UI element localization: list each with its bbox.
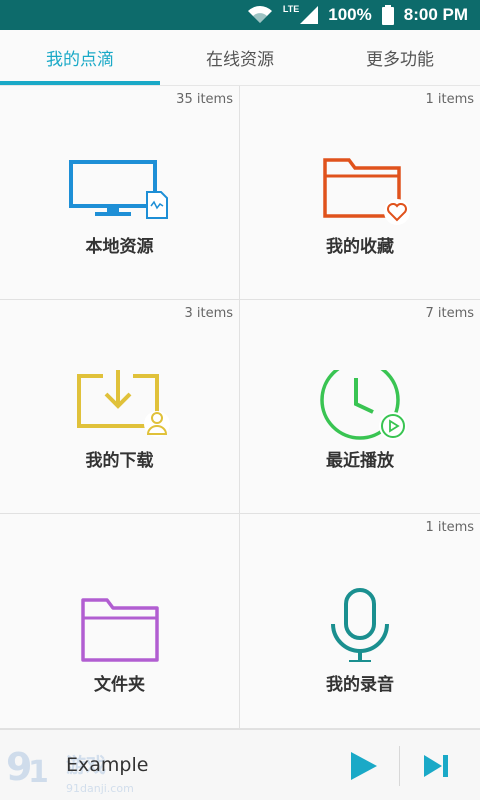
battery-percent: 100%	[328, 5, 372, 24]
grid-item-my-downloads[interactable]: 3 items 我的下载	[0, 300, 240, 514]
mini-player[interactable]: 9 1 游戏 91danji.com Example	[0, 729, 480, 800]
grid-item-my-recordings[interactable]: 1 items 我的录音	[240, 514, 480, 729]
tab-bar: 我的点滴 在线资源 更多功能	[0, 30, 480, 86]
item-count: 7 items	[425, 306, 474, 321]
item-label: 我的录音	[326, 675, 394, 695]
item-count: 35 items	[176, 92, 233, 107]
svg-text:1: 1	[28, 755, 49, 790]
divider	[399, 746, 400, 786]
tab-more-features[interactable]: 更多功能	[320, 30, 480, 85]
battery-icon	[381, 5, 394, 25]
item-label: 我的收藏	[326, 237, 394, 257]
grid-item-recent-plays[interactable]: 7 items 最近播放	[240, 300, 480, 514]
feature-grid: 35 items 本地资源 1 items 我的收藏 3 items 我的下载 …	[0, 86, 480, 729]
folder-icon	[80, 598, 159, 662]
monitor-file-icon	[68, 160, 168, 219]
network-label: LTE	[282, 4, 300, 14]
item-label: 文件夹	[94, 675, 145, 695]
clock-play-icon	[320, 370, 407, 440]
download-user-icon	[76, 370, 170, 437]
item-label: 本地资源	[85, 237, 154, 257]
status-bar: LTE 100% 8:00 PM	[0, 0, 480, 30]
item-label: 我的下载	[85, 451, 154, 471]
item-count: 1 items	[425, 520, 474, 535]
grid-item-favorites[interactable]: 1 items 我的收藏	[240, 86, 480, 300]
track-title: Example	[66, 754, 149, 776]
clock-time: 8:00 PM	[403, 5, 468, 24]
tab-my-records[interactable]: 我的点滴	[0, 30, 160, 85]
folder-heart-icon	[323, 158, 410, 225]
signal-icon: LTE	[282, 4, 319, 24]
play-icon[interactable]	[345, 748, 381, 784]
wifi-icon	[247, 5, 273, 25]
tab-online-resources[interactable]: 在线资源	[160, 30, 320, 85]
item-count: 3 items	[184, 306, 233, 321]
item-label: 最近播放	[326, 451, 394, 471]
item-count: 1 items	[425, 92, 474, 107]
microphone-icon	[331, 588, 389, 662]
grid-item-local-resources[interactable]: 35 items 本地资源	[0, 86, 240, 300]
grid-item-folders[interactable]: 文件夹	[0, 514, 240, 729]
svg-text:91danji.com: 91danji.com	[66, 782, 134, 795]
skip-next-icon[interactable]	[420, 750, 452, 782]
